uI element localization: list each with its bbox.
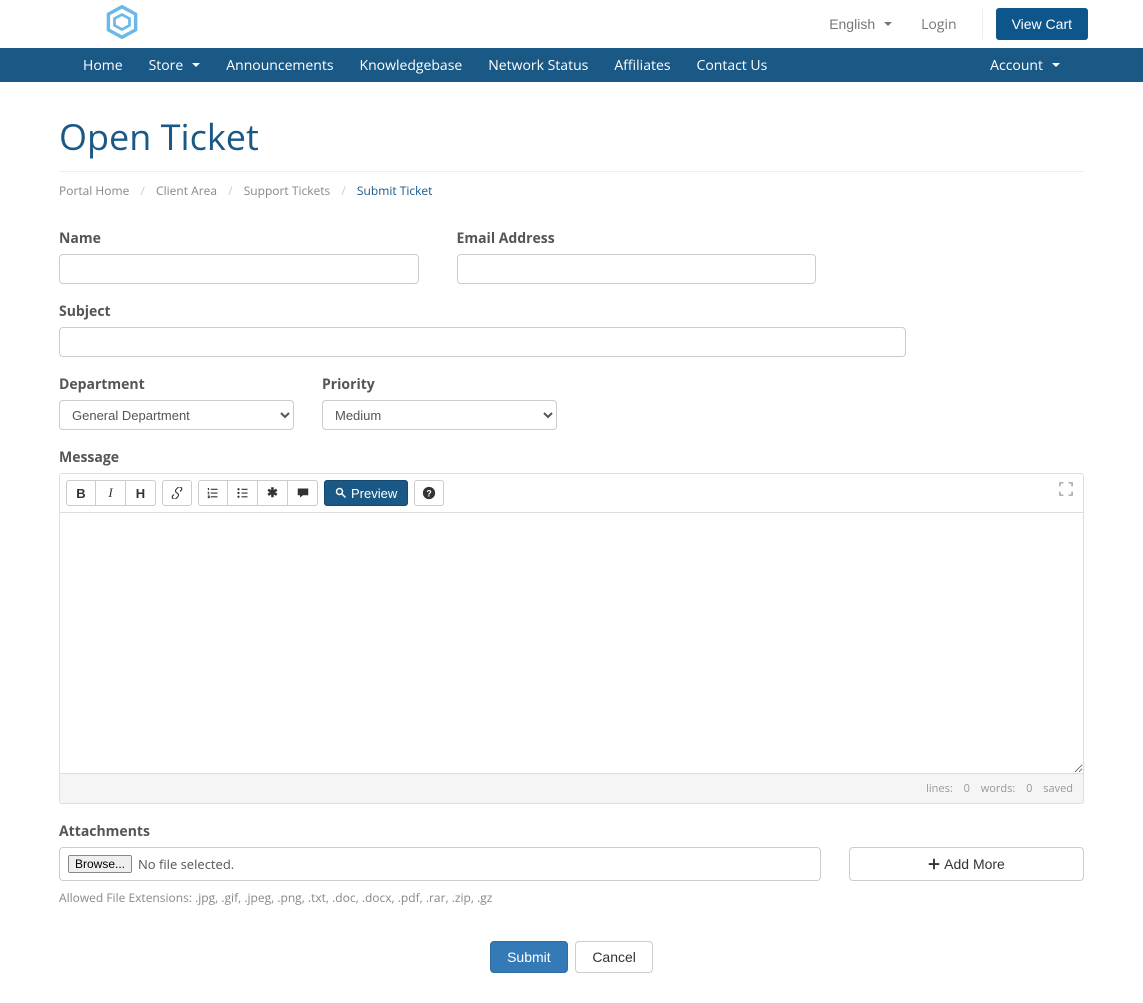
email-label: Email Address: [457, 229, 817, 248]
breadcrumb: Portal Home / Client Area / Support Tick…: [59, 171, 1084, 209]
breadcrumb-client-area[interactable]: Client Area: [156, 182, 217, 199]
caret-down-icon: [884, 22, 892, 26]
question-icon: ?: [422, 486, 436, 500]
bold-button[interactable]: B: [66, 480, 96, 506]
lines-label: lines:: [926, 781, 953, 796]
department-select[interactable]: General Department: [59, 400, 294, 430]
logo-icon: [105, 5, 139, 39]
cancel-button[interactable]: Cancel: [575, 941, 653, 973]
comment-icon: [297, 487, 309, 499]
heading-icon: H: [136, 486, 145, 501]
nav-account-label: Account: [990, 56, 1043, 75]
italic-icon: I: [108, 485, 112, 501]
message-editor: B I H: [59, 473, 1084, 804]
subject-label: Subject: [59, 302, 906, 321]
nav-account[interactable]: Account: [977, 48, 1073, 82]
heading-button[interactable]: H: [126, 480, 156, 506]
code-button[interactable]: ✱: [258, 480, 288, 506]
bold-icon: B: [76, 486, 85, 501]
nav-contact[interactable]: Contact Us: [684, 48, 781, 82]
search-icon: [335, 487, 347, 499]
language-selector[interactable]: English: [817, 8, 904, 40]
breadcrumb-separator: /: [341, 182, 345, 199]
divider: [982, 9, 983, 39]
message-label: Message: [59, 448, 1084, 467]
words-count: 0: [1026, 781, 1032, 796]
nav-network-status[interactable]: Network Status: [475, 48, 601, 82]
plus-icon: [928, 858, 940, 870]
breadcrumb-current: Submit Ticket: [357, 182, 433, 199]
unordered-list-button[interactable]: [228, 480, 258, 506]
nav-store[interactable]: Store: [136, 48, 214, 82]
file-input[interactable]: Browse... No file selected.: [59, 847, 821, 881]
attachments-label: Attachments: [59, 822, 1084, 841]
top-bar: English Login View Cart: [0, 0, 1143, 48]
expand-icon: [1059, 482, 1073, 496]
form-actions: Submit Cancel: [59, 941, 1084, 973]
breadcrumb-support-tickets[interactable]: Support Tickets: [244, 182, 331, 199]
help-button[interactable]: ?: [414, 480, 444, 506]
breadcrumb-separator: /: [228, 182, 232, 199]
message-textarea[interactable]: [60, 513, 1083, 773]
language-label: English: [829, 16, 875, 32]
caret-down-icon: [192, 63, 200, 67]
ordered-list-button[interactable]: [198, 480, 228, 506]
file-status-text: No file selected.: [138, 855, 234, 873]
email-input[interactable]: [457, 254, 817, 284]
ordered-list-icon: [207, 487, 219, 499]
preview-button[interactable]: Preview: [324, 480, 408, 506]
submit-button[interactable]: Submit: [490, 941, 568, 973]
add-more-label: Add More: [944, 856, 1005, 872]
file-extensions-help: Allowed File Extensions: .jpg, .gif, .jp…: [59, 889, 1084, 906]
editor-toolbar: B I H: [60, 474, 1083, 513]
nav-store-label: Store: [149, 56, 184, 75]
top-right-controls: English Login View Cart: [817, 7, 1088, 42]
department-label: Department: [59, 375, 294, 394]
nav-home[interactable]: Home: [70, 48, 136, 82]
link-button[interactable]: [162, 480, 192, 506]
breadcrumb-separator: /: [140, 182, 144, 199]
caret-down-icon: [1052, 63, 1060, 67]
name-label: Name: [59, 229, 419, 248]
main-nav: Home Store Announcements Knowledgebase N…: [0, 48, 1143, 82]
asterisk-icon: ✱: [267, 485, 278, 501]
priority-label: Priority: [322, 375, 557, 394]
nav-left: Home Store Announcements Knowledgebase N…: [70, 48, 780, 82]
name-input[interactable]: [59, 254, 419, 284]
subject-input[interactable]: [59, 327, 906, 357]
browse-button[interactable]: Browse...: [68, 855, 132, 873]
fullscreen-button[interactable]: [1059, 482, 1073, 501]
words-label: words:: [981, 781, 1016, 796]
add-more-button[interactable]: Add More: [849, 847, 1084, 881]
nav-knowledgebase[interactable]: Knowledgebase: [347, 48, 476, 82]
preview-label: Preview: [351, 486, 397, 501]
login-link[interactable]: Login: [909, 7, 968, 42]
logo[interactable]: [105, 5, 139, 44]
saved-status: saved: [1043, 781, 1073, 796]
quote-button[interactable]: [288, 480, 318, 506]
view-cart-button[interactable]: View Cart: [996, 8, 1088, 40]
page-title: Open Ticket: [59, 112, 1084, 161]
nav-announcements[interactable]: Announcements: [213, 48, 346, 82]
ticket-form: Name Email Address Subject Department Ge…: [59, 229, 1084, 973]
editor-status-bar: lines: 0 words: 0 saved: [60, 773, 1083, 803]
nav-affiliates[interactable]: Affiliates: [601, 48, 683, 82]
svg-text:?: ?: [427, 489, 432, 499]
lines-count: 0: [964, 781, 970, 796]
priority-select[interactable]: Medium: [322, 400, 557, 430]
link-icon: [171, 487, 183, 499]
breadcrumb-portal-home[interactable]: Portal Home: [59, 182, 129, 199]
nav-right: Account: [977, 48, 1073, 82]
unordered-list-icon: [237, 487, 249, 499]
italic-button[interactable]: I: [96, 480, 126, 506]
